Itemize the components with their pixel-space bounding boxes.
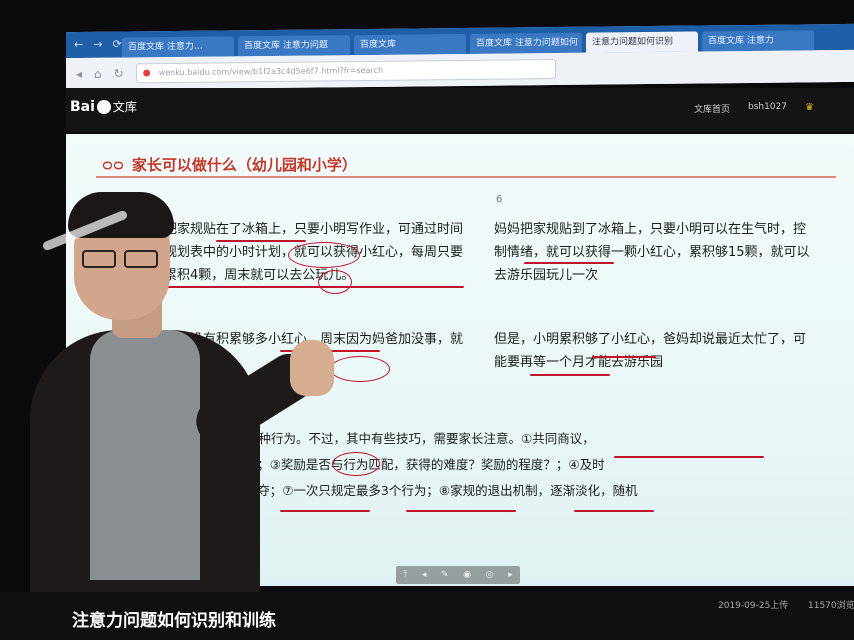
address-bar: ◂ ⌂ ↻ ● wenku.baidu.com/view/b1f2a3c4d5e… bbox=[66, 49, 854, 91]
ink-underline bbox=[524, 262, 614, 264]
glasses-right-lens bbox=[124, 250, 158, 268]
logo-suffix: 文库 bbox=[112, 100, 137, 114]
browser-tab[interactable]: 百度文库 bbox=[354, 33, 466, 56]
refresh-icon[interactable]: ↻ bbox=[114, 67, 124, 81]
pointer-icon[interactable]: ◉ bbox=[463, 570, 471, 580]
upload-date: 2019-09-25上传 bbox=[718, 601, 789, 611]
ribbon-icon: ᴑᴑ bbox=[102, 155, 124, 174]
next-page-icon[interactable]: ▸ bbox=[508, 570, 513, 580]
ink-underline bbox=[592, 356, 656, 358]
user-link[interactable]: bsh1027 bbox=[748, 102, 787, 115]
ink-underline bbox=[530, 374, 610, 376]
browser-tab[interactable]: 百度文库 注意力 bbox=[702, 30, 814, 52]
header-links: 文库首页 bsh1027 ♛ bbox=[694, 102, 814, 115]
first-page-icon[interactable]: ⤒ bbox=[403, 570, 407, 580]
vip-icon[interactable]: ♛ bbox=[805, 102, 814, 115]
slide-toolbar: ⤒ ◂ ✎ ◉ ◎ ▸ bbox=[396, 566, 520, 584]
ink-underline bbox=[406, 510, 516, 512]
right-paragraph-2: 但是，小明累积够了小红心，爸妈却说最近太忙了，可能要再等一个月才能去游乐园 bbox=[494, 332, 807, 370]
ink-underline bbox=[574, 510, 654, 512]
home-icon[interactable]: ⌂ bbox=[94, 67, 102, 81]
ink-underline bbox=[614, 456, 764, 458]
document-title: 注意力问题如何识别和训练 bbox=[72, 611, 276, 631]
logo-text: Bai bbox=[70, 98, 95, 115]
browser-tab[interactable]: 百度文库 注意力… bbox=[122, 36, 234, 58]
view-count: 11570浏览 bbox=[808, 601, 854, 611]
home-link[interactable]: 文库首页 bbox=[694, 102, 730, 115]
back-icon[interactable]: ◂ bbox=[76, 67, 82, 81]
page-number: 6 bbox=[496, 194, 503, 205]
forward-icon[interactable]: → bbox=[93, 38, 102, 51]
nav-buttons: ← → ⟳ bbox=[74, 38, 122, 51]
browser-tab-active[interactable]: 注意力问题如何识别 bbox=[586, 31, 698, 53]
url-input[interactable]: ● wenku.baidu.com/view/b1f2a3c4d5e6f7.ht… bbox=[135, 58, 556, 84]
back-icon[interactable]: ← bbox=[74, 38, 83, 51]
document-footer: 注意力问题如何识别和训练 2019-09-25上传 11570浏览 bbox=[0, 592, 854, 640]
pen-icon[interactable]: ✎ bbox=[441, 570, 449, 580]
right-paragraph-1: 妈妈把家规贴到了冰箱上，只要小明可以在生气时，控制情绪，就可以获得一颗小红心，累… bbox=[494, 222, 810, 283]
site-security-icon: ● bbox=[142, 68, 151, 79]
browser-tab[interactable]: 百度文库 注意力问题如何 bbox=[470, 32, 582, 54]
slide-title: 家长可以做什么（幼儿园和小学） bbox=[131, 156, 357, 174]
zoom-icon[interactable]: ◎ bbox=[486, 570, 494, 580]
glasses-left-lens bbox=[82, 250, 116, 268]
url-text: wenku.baidu.com/view/b1f2a3c4d5e6f7.html… bbox=[158, 65, 384, 78]
baidu-wenku-logo[interactable]: Bai 文库 bbox=[70, 98, 137, 115]
hand bbox=[290, 340, 334, 396]
paw-icon bbox=[96, 99, 111, 114]
prev-page-icon[interactable]: ◂ bbox=[422, 570, 427, 580]
presenter-figure bbox=[0, 180, 340, 600]
title-divider bbox=[96, 176, 836, 178]
photo-of-screen: ← → ⟳ 百度文库 注意力… 百度文库 注意力问题 百度文库 百度文库 注意力… bbox=[0, 0, 854, 640]
refresh-icon[interactable]: ⟳ bbox=[112, 38, 121, 51]
shirt bbox=[90, 330, 200, 580]
wenku-header: Bai 文库 文库首页 bsh1027 ♛ bbox=[66, 88, 854, 132]
browser-window: ← → ⟳ 百度文库 注意力… 百度文库 注意力问题 百度文库 百度文库 注意力… bbox=[66, 23, 854, 91]
slide-title-row: ᴑᴑ 家长可以做什么（幼儿园和小学） bbox=[102, 154, 357, 175]
browser-tab[interactable]: 百度文库 注意力问题 bbox=[238, 35, 350, 57]
